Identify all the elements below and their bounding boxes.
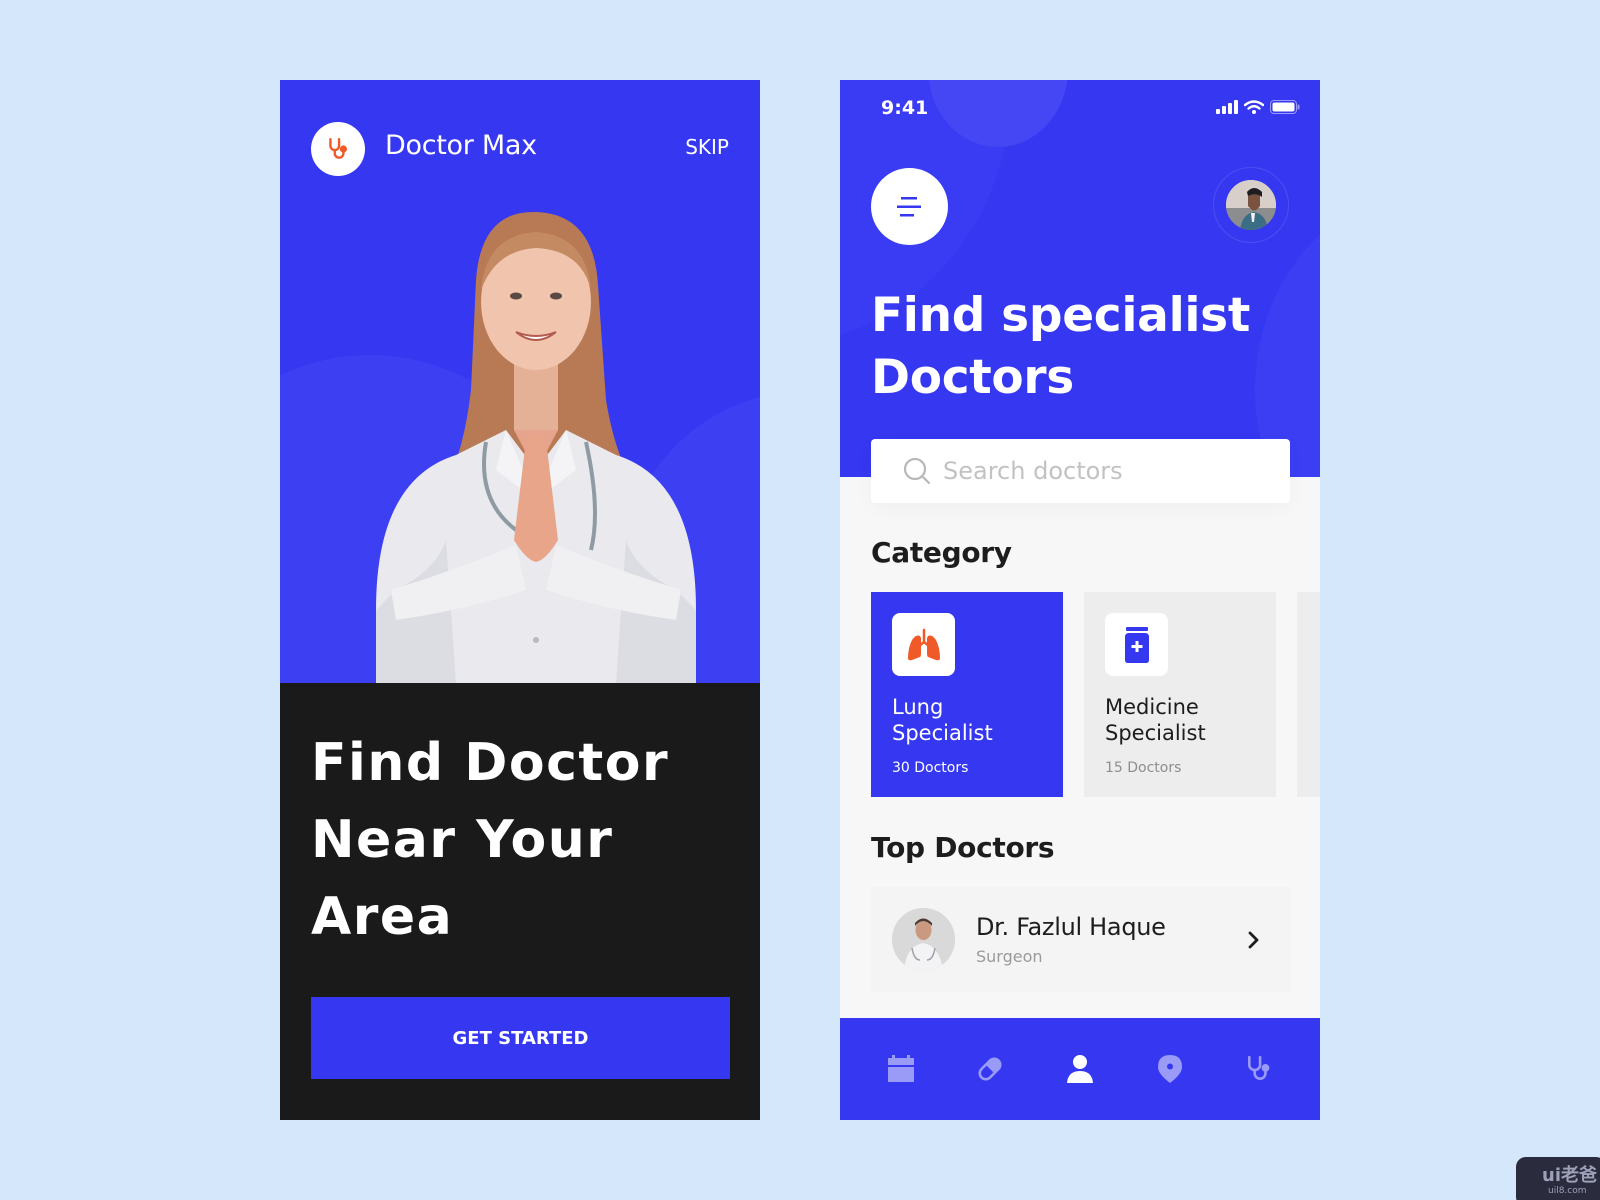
category-name: Medicine Specialist <box>1105 694 1206 746</box>
battery-icon <box>1270 100 1300 114</box>
status-time: 9:41 <box>881 97 929 119</box>
doctor-specialty: Surgeon <box>976 947 1043 966</box>
headline-line: Near Your <box>311 810 614 870</box>
category-icon-box <box>892 613 955 676</box>
profile-avatar-button[interactable] <box>1213 167 1289 243</box>
wifi-icon <box>1244 100 1264 114</box>
search-input[interactable] <box>943 457 1263 485</box>
medicine-bottle-icon <box>1124 626 1149 663</box>
hero-section: Doctor Max SKIP <box>280 80 760 683</box>
category-list: Lung Specialist 30 Doctors Medicine Spec… <box>871 592 1320 797</box>
get-started-button[interactable]: GET STARTED <box>311 997 730 1079</box>
headline-line: Area <box>311 887 454 947</box>
title-line: Find specialist <box>871 288 1251 343</box>
category-count: 30 Doctors <box>892 760 969 776</box>
category-title: Category <box>871 536 1012 569</box>
onboarding-headline: Find Doctor Near Your Area <box>311 725 731 956</box>
category-name: Lung Specialist <box>892 694 993 746</box>
signal-icon <box>1216 100 1238 114</box>
search-icon <box>903 457 931 485</box>
category-name-line: Medicine <box>1105 695 1199 719</box>
doctor-avatar <box>892 908 955 971</box>
category-count: 15 Doctors <box>1105 760 1182 776</box>
doctor-photo <box>376 211 696 683</box>
brand-name: Doctor Max <box>385 130 537 161</box>
doctor-list-item[interactable]: Dr. Fazlul Haque Surgeon <box>871 887 1290 992</box>
status-icons <box>1216 100 1300 114</box>
page-title: Find specialist Doctors <box>871 285 1250 409</box>
watermark-url: uil8.com <box>1548 1186 1587 1196</box>
menu-button[interactable] <box>871 168 948 245</box>
menu-icon <box>896 196 921 216</box>
app-logo <box>311 122 365 176</box>
search-bar[interactable] <box>871 439 1290 503</box>
title-line: Doctors <box>871 350 1074 405</box>
doctor-photo <box>892 908 955 971</box>
pill-icon <box>978 1057 1002 1081</box>
category-name-line: Specialist <box>892 721 993 745</box>
watermark-logo: ui老爸 <box>1542 1165 1597 1186</box>
category-name-line: Lung <box>892 695 944 719</box>
header-section: 9:41 Find specialist Doctors <box>840 80 1320 477</box>
nav-pills[interactable] <box>960 1039 1020 1099</box>
category-icon-box <box>1105 613 1168 676</box>
watermark-badge: ui老爸 uil8.com <box>1516 1157 1600 1200</box>
location-pin-icon <box>1157 1055 1182 1083</box>
skip-button[interactable]: SKIP <box>685 135 729 159</box>
chevron-right-icon[interactable] <box>1248 931 1260 949</box>
status-bar: 9:41 <box>840 80 1320 136</box>
nav-calendar[interactable] <box>871 1039 931 1099</box>
bottom-navigation <box>840 1018 1320 1120</box>
user-photo <box>1226 180 1276 230</box>
nav-location[interactable] <box>1140 1039 1200 1099</box>
nav-profile[interactable] <box>1050 1039 1110 1099</box>
user-icon <box>1066 1055 1093 1083</box>
stethoscope-icon <box>1248 1055 1270 1080</box>
top-doctors-title: Top Doctors <box>871 831 1055 864</box>
headline-line: Find Doctor <box>311 733 670 793</box>
doctor-name: Dr. Fazlul Haque <box>976 913 1166 941</box>
avatar <box>1226 180 1276 230</box>
category-card-lung[interactable]: Lung Specialist 30 Doctors <box>871 592 1063 797</box>
stethoscope-icon <box>329 138 347 159</box>
calendar-icon <box>887 1055 914 1082</box>
nav-doctors[interactable] <box>1229 1039 1289 1099</box>
lungs-icon <box>907 628 940 660</box>
category-card-medicine[interactable]: Medicine Specialist 15 Doctors <box>1084 592 1276 797</box>
category-name-line: Specialist <box>1105 721 1206 745</box>
doctor-info: Dr. Fazlul Haque Surgeon <box>976 913 1248 966</box>
onboarding-screen: Doctor Max SKIP Find Doctor Near Your Ar… <box>280 80 760 1120</box>
home-screen: 9:41 Find specialist Doctors Search doct… <box>840 80 1320 1120</box>
category-card-partial[interactable] <box>1297 592 1320 797</box>
